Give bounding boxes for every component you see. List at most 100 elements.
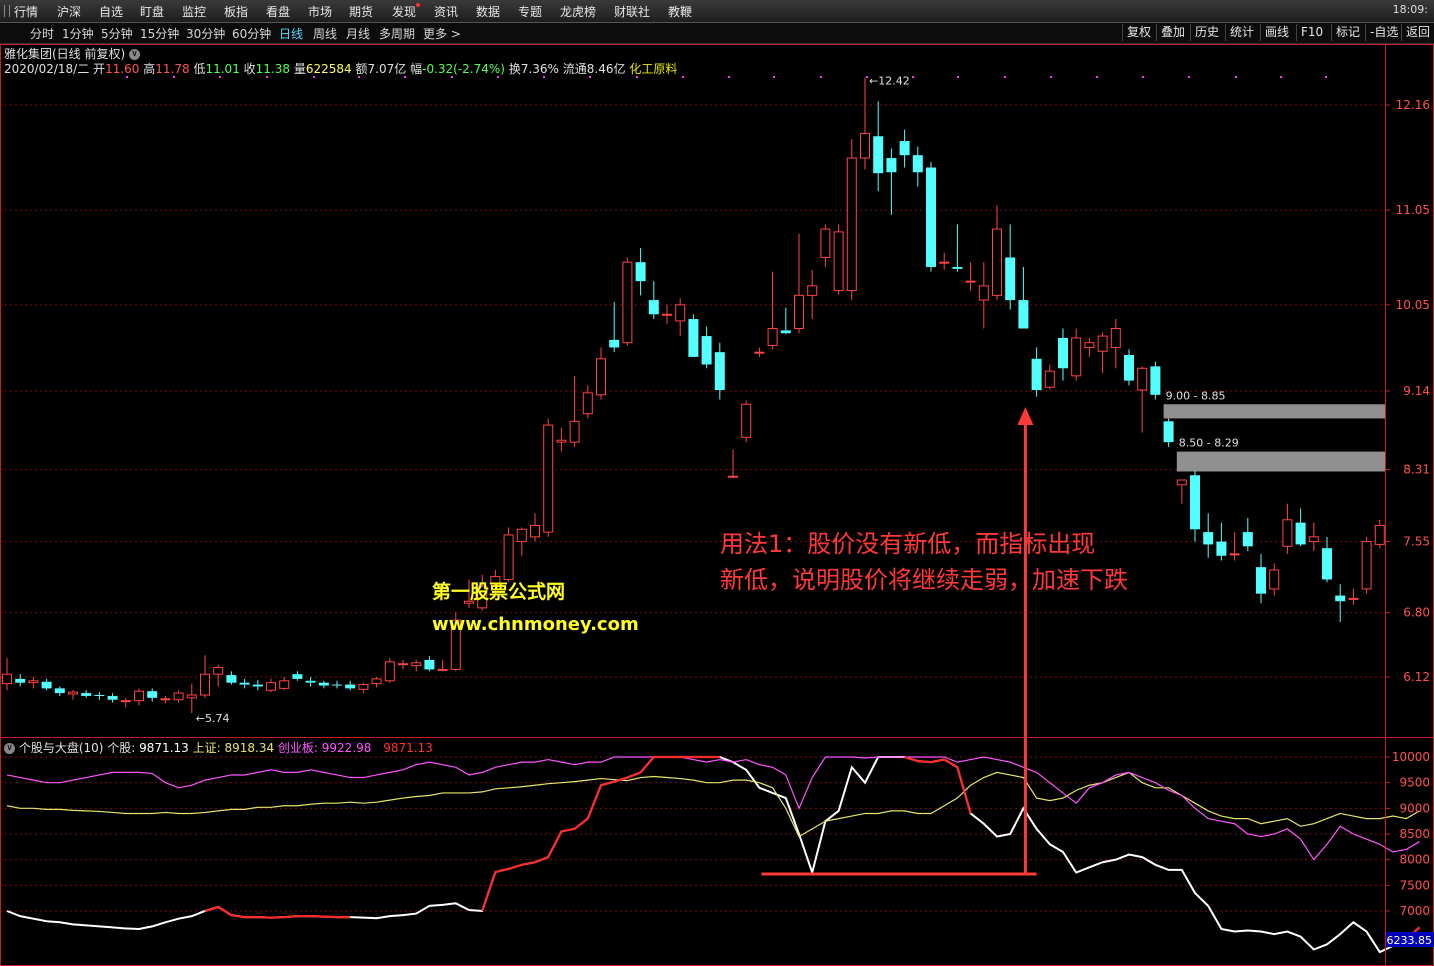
candle — [213, 664, 224, 687]
high-label: 高 — [143, 62, 156, 76]
price-tick-label: 6.12 — [1403, 670, 1430, 684]
period-marker — [1188, 76, 1190, 78]
candle — [1322, 536, 1332, 583]
candle — [1044, 364, 1055, 390]
candle — [794, 233, 804, 334]
price-tick-label: 6.80 — [1403, 606, 1430, 620]
indicator-tick-label: 8000 — [1399, 853, 1430, 867]
toolbar-button-6[interactable]: 标记 — [1331, 24, 1364, 41]
menu-item-10[interactable]: 资讯 — [434, 3, 458, 20]
toolbar-button-1[interactable]: 叠加 — [1156, 24, 1189, 41]
menu-item-7[interactable]: 市场 — [308, 3, 332, 20]
indicator-s3-label: 创业板: — [277, 741, 322, 755]
chart-frame — [0, 44, 1434, 966]
toolbar-button-4[interactable]: 画线 — [1260, 24, 1293, 41]
candle — [1071, 328, 1082, 381]
price-tick-label: 7.55 — [1403, 535, 1430, 549]
watermark-title: 第一股票公式网 — [432, 581, 566, 603]
toolbar-button-7[interactable]: -自选 — [1365, 24, 1402, 41]
menu-item-12[interactable]: 专题 — [518, 3, 542, 20]
gap-zone — [1176, 451, 1385, 472]
period-tab-10[interactable]: 更多 > — [423, 25, 461, 42]
candle — [1216, 522, 1227, 561]
period-tab-5[interactable]: 60分钟 — [232, 25, 271, 42]
menu-item-3[interactable]: 盯盘 — [140, 3, 164, 20]
toolbar-button-3[interactable]: 统计 — [1225, 24, 1258, 41]
chevron-down-icon[interactable]: ∨ — [129, 49, 141, 60]
candle — [503, 527, 514, 583]
candle — [318, 680, 329, 689]
candle — [226, 671, 237, 685]
menu-item-2[interactable]: 自选 — [99, 3, 123, 20]
menu-item-11[interactable]: 数据 — [476, 3, 500, 20]
period-marker — [728, 76, 730, 78]
candle — [160, 695, 171, 704]
annotation-line-1: 用法1：股价没有新低，而指标出现 — [720, 530, 1096, 558]
indicator-s2-label: 上证: — [192, 741, 225, 755]
candle — [675, 298, 686, 337]
indicator-tick-label: 7500 — [1399, 878, 1430, 892]
toolbar-button-2[interactable]: 历史 — [1190, 24, 1223, 41]
chevron-down-icon[interactable]: ∨ — [4, 743, 15, 754]
menu-item-8[interactable]: 期货 — [349, 3, 373, 20]
menu-item-14[interactable]: 财联社 — [614, 3, 650, 20]
period-tab-8[interactable]: 月线 — [346, 25, 370, 42]
menu-item-15[interactable]: 教鞭 — [668, 3, 692, 20]
indicator-header: ∨ 个股与大盘(10) 个股: 9871.13 上证: 8918.34 创业板:… — [4, 739, 433, 756]
gap-zone — [1163, 404, 1385, 419]
candle — [662, 304, 672, 324]
period-tab-7[interactable]: 周线 — [313, 25, 337, 42]
candle — [1005, 224, 1016, 310]
period-marker — [957, 76, 959, 78]
toolbar-button-8[interactable]: 返回 — [1401, 24, 1434, 41]
price-extreme-label: ←5.74 — [196, 712, 230, 725]
candle — [1018, 266, 1029, 329]
menu-item-13[interactable]: 龙虎榜 — [560, 3, 596, 20]
candle — [1203, 513, 1214, 558]
close-label: 收 — [243, 62, 256, 76]
candle — [609, 301, 620, 353]
menu-item-5[interactable]: 板指 — [224, 3, 248, 20]
menu-item-6[interactable]: 看盘 — [266, 3, 290, 20]
candle — [1256, 553, 1266, 604]
period-marker — [1096, 76, 1098, 78]
candle — [134, 688, 144, 706]
candle — [1137, 366, 1148, 433]
ohlc-date: 2020/02/18/二 — [4, 62, 90, 76]
candle — [332, 680, 342, 689]
candle — [1097, 332, 1108, 374]
menu-item-4[interactable]: 监控 — [182, 3, 206, 20]
indicator-s2-value: 8918.34 — [224, 741, 275, 755]
toolbar-button-5[interactable]: F10 — [1296, 24, 1327, 41]
candle — [569, 375, 580, 447]
stock-line-highlight — [904, 755, 972, 814]
period-tab-2[interactable]: 5分钟 — [101, 25, 133, 42]
period-marker — [1050, 76, 1052, 78]
candle — [1269, 563, 1280, 596]
toolbar-button-0[interactable]: 复权 — [1122, 24, 1155, 41]
candle — [873, 101, 884, 192]
menu-item-1[interactable]: 沪深 — [57, 3, 81, 20]
candle — [398, 659, 408, 670]
candle — [437, 659, 448, 672]
period-tab-6[interactable]: 日线 — [279, 25, 303, 42]
period-marker — [820, 76, 822, 78]
period-tab-3[interactable]: 15分钟 — [140, 25, 179, 42]
period-toolbar: 分时 1分钟 5分钟 15分钟 30分钟 60分钟 日线 周线 月线 多周期 更多 > 复权 叠加 历史统… — [0, 23, 1434, 44]
open-label: 开 — [93, 62, 106, 76]
menu-item-9[interactable]: 发现 — [392, 3, 416, 20]
menu-grip-icon[interactable] — [4, 5, 10, 17]
float-label: 流通 — [562, 62, 587, 76]
candle — [622, 257, 633, 346]
period-tab-0[interactable]: 分时 — [30, 25, 54, 42]
period-tab-4[interactable]: 30分钟 — [186, 25, 225, 42]
vol-value: 622584 — [305, 62, 352, 76]
period-tab-9[interactable]: 多周期 — [379, 25, 415, 42]
period-tab-1[interactable]: 1分钟 — [62, 25, 94, 42]
candle — [807, 269, 818, 320]
candle — [886, 148, 897, 215]
menu-item-0[interactable]: 行情 — [14, 3, 38, 20]
sector-link[interactable]: 化工原料 — [629, 62, 677, 76]
indicator-tick-label: 9000 — [1399, 801, 1430, 815]
price-tick-label: 12.16 — [1396, 98, 1430, 112]
